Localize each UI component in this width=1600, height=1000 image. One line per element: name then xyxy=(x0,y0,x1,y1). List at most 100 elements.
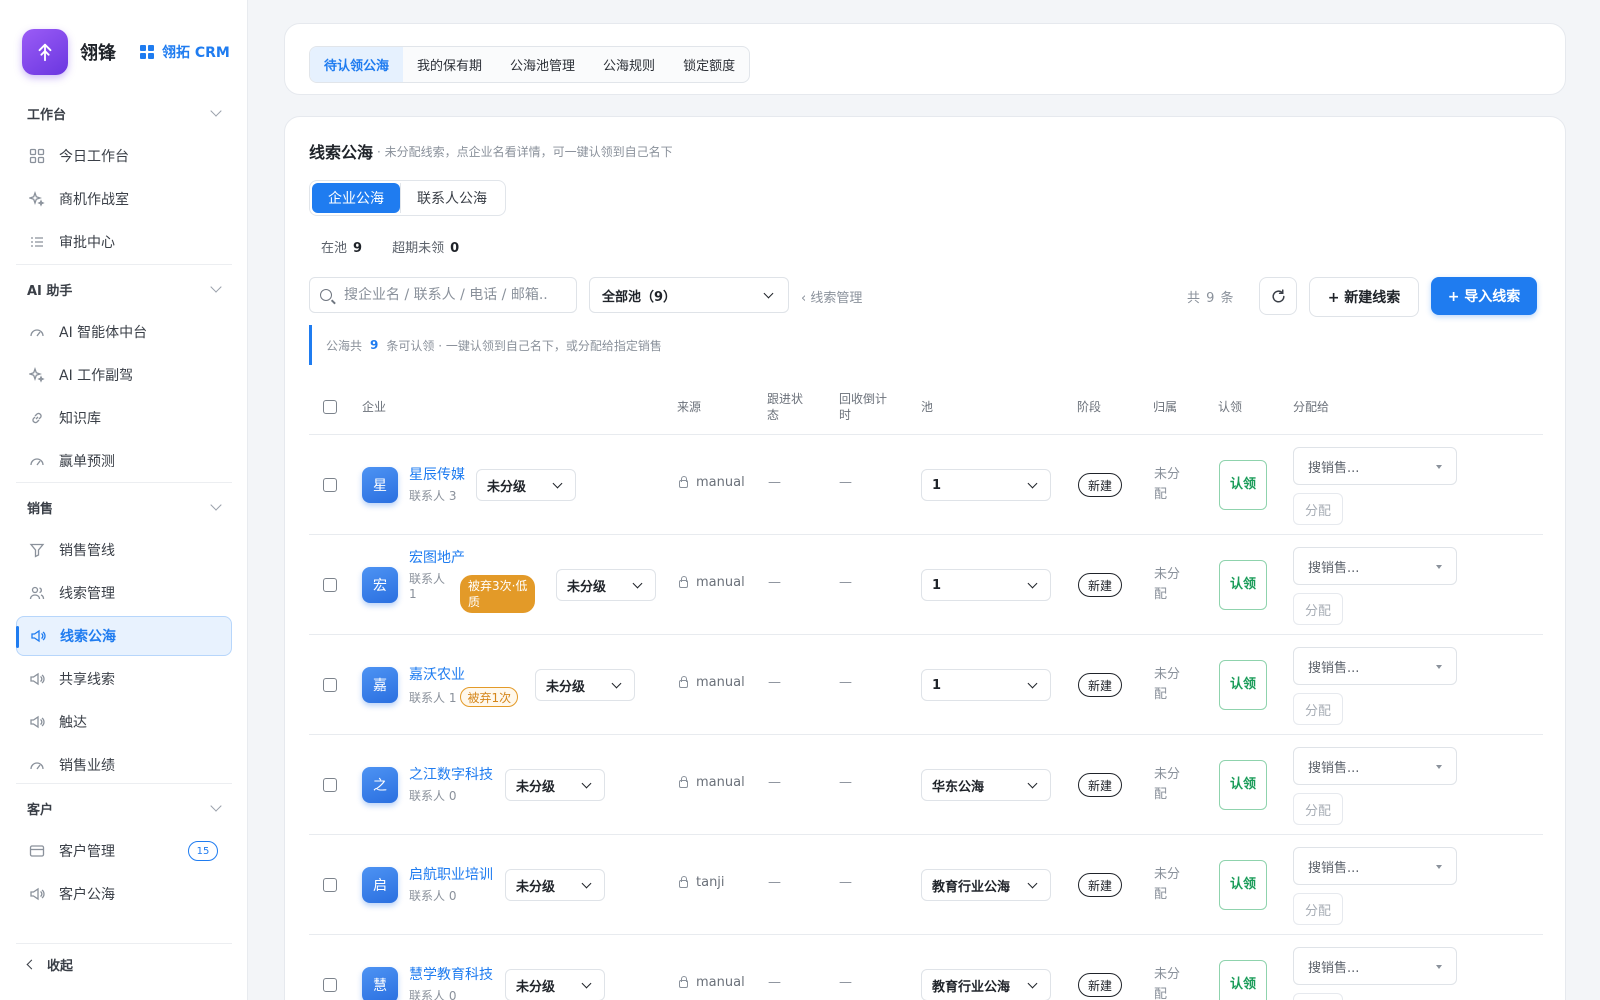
row-checkbox[interactable] xyxy=(323,478,337,492)
company-name-link[interactable]: 慧学教育科技 xyxy=(409,964,493,984)
sidebar-item-approval[interactable]: 审批中心 xyxy=(16,222,232,262)
sidebar-item-pipeline[interactable]: 销售管线 xyxy=(16,530,232,570)
sidebar-item-lead-pool[interactable]: 线索公海 xyxy=(16,616,232,656)
pool-select[interactable]: 1 xyxy=(921,669,1051,701)
claim-button[interactable]: 认领 xyxy=(1219,560,1267,610)
pool-select[interactable]: 1 xyxy=(921,469,1051,501)
claim-button[interactable]: 认领 xyxy=(1219,660,1267,710)
assign-button[interactable]: 分配 xyxy=(1293,893,1343,925)
segment-contact-pool[interactable]: 联系人公海 xyxy=(400,183,503,213)
col-recycle-countdown[interactable]: 回收倒计时 xyxy=(839,379,887,435)
grade-select[interactable]: 未分级 xyxy=(505,869,605,901)
assign-salesperson-select[interactable]: 搜销售... xyxy=(1293,947,1457,985)
select-all-checkbox[interactable] xyxy=(323,400,337,414)
segment-enterprise-pool[interactable]: 企业公海 xyxy=(312,183,400,213)
grade-select[interactable]: 未分级 xyxy=(505,969,605,1000)
tab-lock-quota[interactable]: 锁定额度 xyxy=(669,47,749,82)
col-pool[interactable]: 池 xyxy=(921,379,933,435)
assign-button[interactable]: 分配 xyxy=(1293,593,1343,625)
grade-select[interactable]: 未分级 xyxy=(505,769,605,801)
assign-button[interactable]: 分配 xyxy=(1293,993,1343,1000)
company-name-link[interactable]: 星辰传媒 xyxy=(409,464,465,484)
row-checkbox[interactable] xyxy=(323,678,337,692)
sidebar-item-ai-agent[interactable]: AI 智能体中台 xyxy=(16,312,232,352)
company-name-link[interactable]: 启航职业培训 xyxy=(409,864,493,884)
brand[interactable]: 翎锋 xyxy=(22,29,116,75)
row-checkbox[interactable] xyxy=(323,878,337,892)
col-follow-status[interactable]: 跟进状态 xyxy=(767,379,803,435)
pool-select[interactable]: 华东公海 xyxy=(921,769,1051,801)
claim-button[interactable]: 认领 xyxy=(1219,960,1267,1000)
sidebar-item-label: 触达 xyxy=(59,715,87,731)
tab-my-retention[interactable]: 我的保有期 xyxy=(403,47,496,82)
claim-button[interactable]: 认领 xyxy=(1219,760,1267,810)
col-source[interactable]: 来源 xyxy=(677,379,701,435)
company-name-link[interactable]: 宏图地产 xyxy=(409,547,465,567)
sidebar-item-customer-pool[interactable]: 客户公海 xyxy=(16,874,232,914)
search-box[interactable] xyxy=(309,277,577,313)
table-row[interactable]: 宏 宏图地产 联系人 1 被弃3次·低质 未分级 manual — — 1 新建 … xyxy=(309,535,1543,635)
tab-pool-rules[interactable]: 公海规则 xyxy=(589,47,669,82)
chevron-down-icon xyxy=(1027,978,1038,989)
assign-button[interactable]: 分配 xyxy=(1293,493,1343,525)
sidebar-item-performance[interactable]: 销售业绩 xyxy=(16,745,232,785)
grade-select[interactable]: 未分级 xyxy=(556,569,656,601)
grade-select[interactable]: 未分级 xyxy=(535,669,635,701)
company-name-link[interactable]: 之江数字科技 xyxy=(409,764,493,784)
pool-select[interactable]: 教育行业公海 xyxy=(921,969,1051,1000)
sidebar-item-deal-room[interactable]: 商机作战室 xyxy=(16,179,232,219)
select-all-cell xyxy=(323,379,337,435)
grade-select[interactable]: 未分级 xyxy=(476,469,576,501)
col-assign-to[interactable]: 分配给 xyxy=(1293,379,1329,435)
sidebar-item-win-forecast[interactable]: 赢单预测 xyxy=(16,441,232,481)
sidebar-item-knowledge[interactable]: 知识库 xyxy=(16,398,232,438)
company-name-link[interactable]: 嘉沃农业 xyxy=(409,664,465,684)
section-header[interactable]: 工作台 xyxy=(16,93,232,133)
assign-salesperson-select[interactable]: 搜销售... xyxy=(1293,547,1457,585)
lead-management-link[interactable]: ‹ 线索管理 xyxy=(801,287,862,306)
col-enterprise[interactable]: 企业 xyxy=(362,379,386,435)
new-lead-button[interactable]: + 新建线索 xyxy=(1309,277,1419,317)
col-stage[interactable]: 阶段 xyxy=(1077,379,1101,435)
assign-salesperson-select[interactable]: 搜销售... xyxy=(1293,447,1457,485)
assign-salesperson-select[interactable]: 搜销售... xyxy=(1293,647,1457,685)
pool-select[interactable]: 1 xyxy=(921,569,1051,601)
tab-pool-management[interactable]: 公海池管理 xyxy=(496,47,589,82)
table-row[interactable]: 慧 慧学教育科技 联系人 0 未分级 manual — — 教育行业公海 新建 … xyxy=(309,935,1543,1000)
table-row[interactable]: 之 之江数字科技 联系人 0 未分级 manual — — 华东公海 新建 未分… xyxy=(309,735,1543,835)
product-switcher[interactable]: 翎拓 CRM xyxy=(140,42,230,62)
assign-button[interactable]: 分配 xyxy=(1293,693,1343,725)
section-header[interactable]: AI 助手 xyxy=(16,269,232,309)
row-checkbox[interactable] xyxy=(323,978,337,992)
assign-salesperson-select[interactable]: 搜销售... xyxy=(1293,847,1457,885)
pool-filter-select[interactable]: 全部池（9） xyxy=(589,277,789,313)
section-header[interactable]: 客户 xyxy=(16,788,232,828)
table-row[interactable]: 启 启航职业培训 联系人 0 未分级 tanji — — 教育行业公海 新建 未… xyxy=(309,835,1543,935)
stage-badge: 新建 xyxy=(1078,873,1123,897)
table-row[interactable]: 星 星辰传媒 联系人 3 未分级 manual — — 1 新建 未分配 认领 … xyxy=(309,435,1543,535)
sidebar-item-ai-copilot[interactable]: AI 工作副驾 xyxy=(16,355,232,395)
row-checkbox[interactable] xyxy=(323,778,337,792)
sidebar-item-customers[interactable]: 客户管理 15 xyxy=(16,831,232,871)
sidebar-item-leads[interactable]: 线索管理 xyxy=(16,573,232,613)
refresh-button[interactable] xyxy=(1259,277,1297,315)
search-input[interactable] xyxy=(344,287,554,303)
assign-button[interactable]: 分配 xyxy=(1293,793,1343,825)
sidebar-item-shared-leads[interactable]: 共享线索 xyxy=(16,659,232,699)
claim-button[interactable]: 认领 xyxy=(1219,460,1267,510)
table-row[interactable]: 嘉 嘉沃农业 联系人 1 被弃1次 未分级 manual — — 1 新建 未分配… xyxy=(309,635,1543,735)
col-owner[interactable]: 归属 xyxy=(1153,379,1177,435)
pool-select[interactable]: 教育行业公海 xyxy=(921,869,1051,901)
col-claim[interactable]: 认领 xyxy=(1218,379,1242,435)
sidebar-item-outreach[interactable]: 触达 xyxy=(16,702,232,742)
sidebar-item-today[interactable]: 今日工作台 xyxy=(16,136,232,176)
row-checkbox[interactable] xyxy=(323,578,337,592)
nav-section-ai: AI 助手 AI 智能体中台 AI 工作副驾 知识库 赢单预测 xyxy=(16,269,232,481)
assign-salesperson-select[interactable]: 搜销售... xyxy=(1293,747,1457,785)
claim-button[interactable]: 认领 xyxy=(1219,860,1267,910)
chevron-down-icon xyxy=(581,978,592,989)
collapse-sidebar-button[interactable]: 收起 xyxy=(26,955,73,974)
tab-pending-pool[interactable]: 待认领公海 xyxy=(310,47,404,82)
import-leads-button[interactable]: + 导入线索 xyxy=(1431,277,1537,315)
section-header[interactable]: 销售 xyxy=(16,487,232,527)
